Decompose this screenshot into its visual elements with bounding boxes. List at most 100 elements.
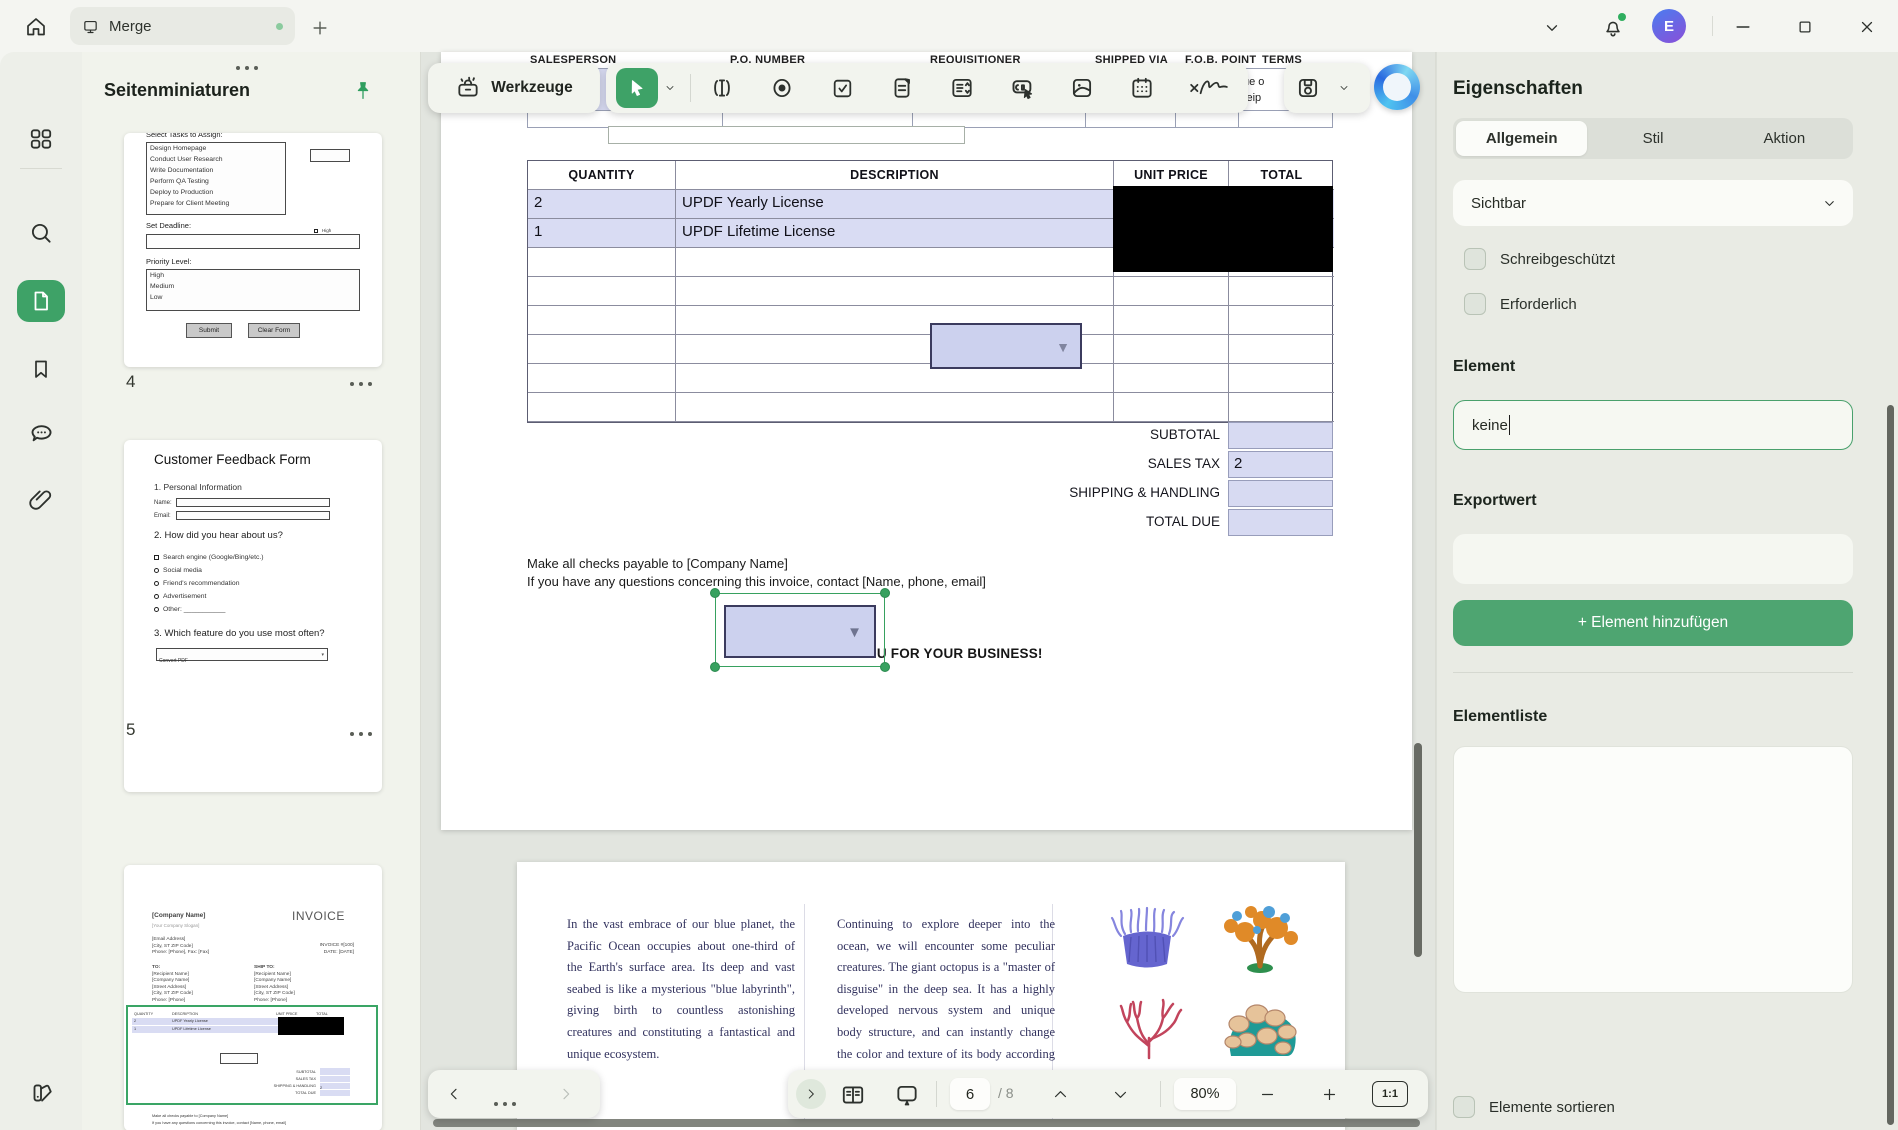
form-field-remnant[interactable] (608, 126, 965, 144)
home-button[interactable] (14, 8, 58, 46)
zoom-in-button[interactable] (1316, 1082, 1342, 1106)
text-field-icon (709, 75, 735, 101)
total-due-field[interactable] (1228, 509, 1333, 536)
document-vertical-scrollbar[interactable] (1414, 743, 1422, 957)
quantity-field[interactable]: 1 (528, 219, 676, 248)
image-field-tool[interactable] (1066, 72, 1098, 104)
pin-panel-button[interactable] (350, 78, 376, 104)
forward-button-disabled[interactable] (554, 1082, 578, 1106)
maximize-button[interactable] (1788, 12, 1822, 42)
attachments-button[interactable] (17, 484, 65, 514)
select-tool-dropdown[interactable] (662, 80, 678, 96)
signature-field-tool[interactable] (1186, 72, 1232, 104)
page-thumbnails-button-active[interactable] (17, 280, 65, 322)
resize-handle[interactable] (710, 588, 720, 598)
presentation-button[interactable] (892, 1080, 922, 1110)
paperclip-icon (28, 486, 54, 512)
bookmarks-button[interactable] (17, 354, 65, 384)
mini-deadline-input (146, 234, 360, 249)
select-tool-button-active[interactable] (616, 68, 658, 108)
notifications-button[interactable] (1598, 12, 1628, 42)
selected-combobox-field[interactable]: ▼ (724, 605, 876, 658)
table-combobox-field[interactable]: ▼ (930, 323, 1082, 369)
tools-button[interactable]: Werkzeuge (428, 63, 600, 113)
page-5-more-button[interactable] (350, 732, 372, 736)
thumbnails-panel: Seitenminiaturen Select Tasks to Assign:… (82, 52, 420, 1130)
thumbnail-page-6-selected[interactable]: [Company Name] [Your Company Slogan] INV… (124, 865, 382, 1130)
mini-combobox (220, 1053, 258, 1064)
apps-grid-button[interactable] (17, 124, 65, 154)
two-page-view-button[interactable] (838, 1080, 868, 1110)
tab-modified-dot (276, 23, 283, 30)
document-horizontal-scrollbar[interactable] (433, 1119, 1420, 1127)
save-icon (1295, 75, 1321, 101)
subtotal-field[interactable] (1228, 422, 1333, 449)
resize-handle[interactable] (880, 588, 890, 598)
description-field[interactable]: UPDF Lifetime License (676, 219, 1114, 248)
tools-label: Werkzeuge (491, 79, 573, 97)
mini-selected-region: QUANTITY DESCRIPTION UNIT PRICE TOTAL 2U… (126, 1005, 378, 1105)
page-4-more-button[interactable] (350, 382, 372, 386)
description-field[interactable]: UPDF Yearly License (676, 190, 1114, 219)
element-list-box[interactable] (1453, 746, 1853, 993)
previous-page-button[interactable] (1046, 1082, 1074, 1106)
visibility-select[interactable]: Sichtbar (1453, 180, 1853, 226)
close-button[interactable] (1850, 12, 1884, 42)
mini-high-checkbox: High (314, 228, 331, 233)
mini-email-input (176, 511, 330, 520)
list-box-tool[interactable] (886, 72, 918, 104)
panel-scrollbar[interactable] (1887, 405, 1894, 1125)
text-caret (1509, 415, 1511, 435)
text-field-tool[interactable] (706, 72, 738, 104)
thumbnail-page-4[interactable]: Select Tasks to Assign: Design Homepage … (124, 133, 382, 367)
expand-panel-button[interactable] (796, 1079, 826, 1109)
push-button-tool[interactable] (1006, 72, 1038, 104)
save-dropdown-button[interactable] (1336, 80, 1352, 96)
panel-drag-handle[interactable] (236, 66, 258, 70)
combo-box-tool[interactable] (946, 72, 978, 104)
required-checkbox[interactable] (1464, 293, 1486, 315)
quantity-field[interactable]: 2 (528, 190, 676, 219)
checkbox-tool[interactable] (826, 72, 858, 104)
document-tab[interactable]: Merge (70, 7, 295, 45)
thumbnail-page-5[interactable]: Customer Feedback Form 1. Personal Infor… (124, 440, 382, 792)
search-button[interactable] (17, 218, 65, 248)
page-4-label: 4 (126, 372, 135, 392)
ai-assistant-button[interactable] (1374, 64, 1420, 110)
new-tab-button[interactable] (306, 14, 334, 42)
next-page-button[interactable] (1106, 1082, 1134, 1106)
mini-company: [Company Name] (152, 913, 205, 920)
back-button[interactable] (442, 1082, 466, 1106)
form-tools-toolbar (606, 63, 1248, 113)
element-input-focused[interactable]: keine (1453, 400, 1853, 450)
tab-stil[interactable]: Stil (1587, 121, 1718, 156)
page-number-input[interactable]: 6 (950, 1078, 990, 1110)
zoom-level-input[interactable]: 80% (1174, 1078, 1236, 1110)
sort-checkbox[interactable] (1453, 1096, 1475, 1118)
date-field-tool[interactable] (1126, 72, 1158, 104)
comments-button[interactable] (17, 418, 65, 448)
radio-button-icon (769, 75, 795, 101)
theme-swatches-button[interactable] (17, 1078, 65, 1108)
resize-handle[interactable] (880, 662, 890, 672)
minimize-button[interactable] (1726, 12, 1760, 42)
mini-email-label: Email: (154, 513, 171, 519)
tab-aktion[interactable]: Aktion (1719, 121, 1850, 156)
maximize-icon (1796, 18, 1814, 36)
readonly-checkbox[interactable] (1464, 248, 1486, 270)
radio-button-tool[interactable] (766, 72, 798, 104)
shipping-field[interactable] (1228, 480, 1333, 507)
actual-size-button[interactable]: 1:1 (1372, 1081, 1408, 1107)
window-menu-button[interactable] (1538, 14, 1566, 42)
add-element-button[interactable]: + Element hinzufügen (1453, 600, 1853, 646)
export-input[interactable] (1453, 534, 1853, 584)
history-more-button[interactable] (494, 1102, 516, 1106)
tab-allgemein-active[interactable]: Allgemein (1456, 121, 1587, 156)
save-button[interactable] (1292, 72, 1324, 104)
user-avatar[interactable]: E (1652, 9, 1686, 43)
sales-tax-field[interactable]: 2 (1228, 451, 1333, 478)
zoom-out-button[interactable] (1254, 1082, 1280, 1106)
mini-option: Social media (154, 567, 202, 574)
resize-handle[interactable] (710, 662, 720, 672)
sort-row: Elemente sortieren (1453, 1096, 1615, 1118)
